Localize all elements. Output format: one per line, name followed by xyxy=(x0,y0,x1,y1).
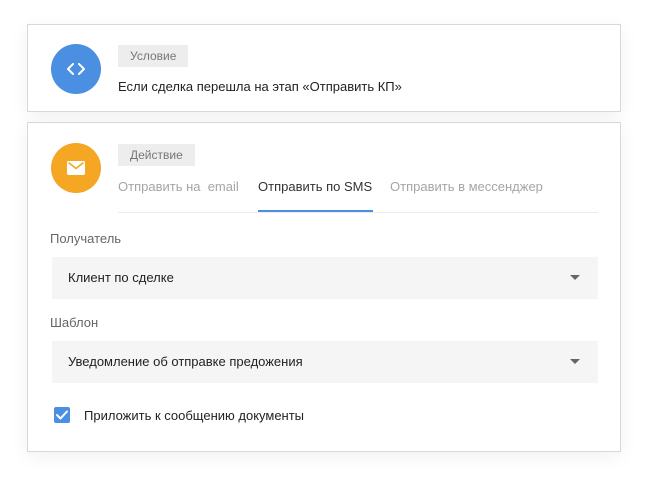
mail-icon xyxy=(67,161,85,175)
condition-icon-circle xyxy=(51,44,101,94)
condition-card: Условие Если сделка перешла на этап «Отп… xyxy=(27,24,621,112)
recipient-label: Получатель xyxy=(50,231,122,246)
template-value: Уведомление об отправке предожения xyxy=(68,354,303,369)
tabs-divider xyxy=(118,212,598,213)
chevron-down-icon xyxy=(570,359,580,364)
action-badge: Действие xyxy=(118,144,195,166)
checkmark-icon xyxy=(56,410,68,420)
template-label: Шаблон xyxy=(50,315,99,330)
tab-email[interactable]: Отправить на email xyxy=(118,177,239,213)
template-select[interactable]: Уведомление об отправке предожения xyxy=(52,341,598,383)
condition-text: Если сделка перешла на этап «Отправить К… xyxy=(118,79,402,94)
chevron-down-icon xyxy=(570,275,580,280)
attach-documents-checkbox[interactable] xyxy=(54,407,70,423)
recipient-value: Клиент по сделке xyxy=(68,270,174,285)
tab-messenger[interactable]: Отправить в мессенджер xyxy=(390,177,543,213)
condition-badge: Условие xyxy=(118,45,189,67)
code-icon xyxy=(67,63,85,75)
action-card: Действие Отправить на email Отправить по… xyxy=(27,122,621,452)
attach-documents-label[interactable]: Приложить к сообщению документы xyxy=(84,408,304,423)
tab-sms[interactable]: Отправить по SMS xyxy=(258,177,372,213)
action-icon-circle xyxy=(51,143,101,193)
recipient-select[interactable]: Клиент по сделке xyxy=(52,257,598,299)
